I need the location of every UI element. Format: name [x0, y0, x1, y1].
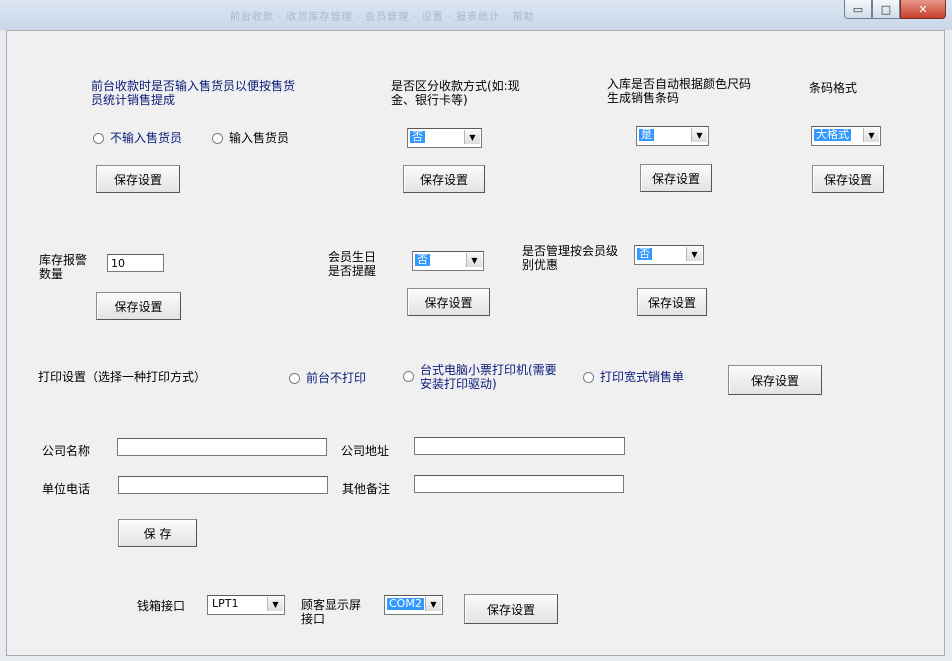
customer-display-port-value: COM2 [387, 597, 424, 610]
chevron-down-icon[interactable]: ▼ [691, 128, 707, 142]
chevron-down-icon[interactable]: ▼ [464, 130, 480, 144]
member-discount-value: 否 [637, 247, 652, 260]
salesperson-setting-label: 前台收款时是否输入售货员以便按售货员统计销售提成 [91, 79, 296, 107]
no-salesperson-label: 不输入售货员 [110, 131, 183, 145]
no-print-radio[interactable]: 前台不打印 [289, 371, 366, 385]
auto-barcode-select[interactable]: 是 ▼ [636, 126, 709, 146]
save-print-settings-button[interactable]: 保存设置 [728, 365, 822, 395]
member-birthday-select[interactable]: 否 ▼ [412, 251, 484, 271]
save-member-birthday-button[interactable]: 保存设置 [407, 288, 490, 316]
company-phone-input[interactable] [118, 476, 328, 494]
wide-print-radio[interactable]: 打印宽式销售单 [583, 370, 684, 384]
cash-drawer-port-select[interactable]: LPT1 ▼ [207, 595, 285, 615]
payment-method-label: 是否区分收款方式(如:现金、银行卡等) [391, 79, 520, 107]
chevron-down-icon[interactable]: ▼ [466, 253, 482, 267]
save-payment-method-button[interactable]: 保存设置 [403, 165, 485, 193]
radio-circle-icon [289, 373, 300, 384]
payment-method-value: 否 [410, 130, 425, 143]
barcode-format-select[interactable]: 大格式 ▼ [811, 126, 881, 146]
no-print-label: 前台不打印 [306, 371, 367, 385]
payment-method-select[interactable]: 否 ▼ [407, 128, 482, 148]
save-member-discount-button[interactable]: 保存设置 [637, 288, 707, 316]
window-title: 前台收款 · 收货库存管理 · 会员管理 · 设置 · 报表统计 · 帮助 [230, 12, 535, 22]
member-discount-select[interactable]: 否 ▼ [634, 245, 704, 265]
stock-alarm-label: 库存报警数量 [39, 253, 88, 281]
company-name-input[interactable] [117, 438, 327, 456]
company-address-input[interactable] [414, 437, 625, 455]
with-salesperson-radio[interactable]: 输入售货员 [212, 131, 289, 145]
title-bar: 前台收款 · 收货库存管理 · 会员管理 · 设置 · 报表统计 · 帮助 ▭ … [0, 0, 952, 30]
save-ports-button[interactable]: 保存设置 [464, 594, 558, 624]
settings-window: 前台收款 · 收货库存管理 · 会员管理 · 设置 · 报表统计 · 帮助 ▭ … [0, 0, 952, 661]
minimize-button[interactable]: ▭ [844, 0, 872, 19]
other-notes-label: 其他备注 [342, 482, 391, 496]
with-salesperson-label: 输入售货员 [229, 131, 290, 145]
wide-print-label: 打印宽式销售单 [600, 370, 685, 384]
barcode-format-label: 条码格式 [809, 81, 858, 95]
print-settings-label: 打印设置（选择一种打印方式） [38, 370, 207, 384]
radio-circle-icon [93, 133, 104, 144]
save-company-button[interactable]: 保 存 [118, 519, 197, 547]
maximize-button[interactable]: □ [872, 0, 900, 19]
auto-barcode-value: 是 [639, 128, 654, 141]
barcode-format-value: 大格式 [814, 128, 851, 141]
customer-display-port-label: 顾客显示屏接口 [301, 598, 362, 626]
chevron-down-icon[interactable]: ▼ [267, 597, 283, 611]
save-salesperson-button[interactable]: 保存设置 [96, 165, 180, 193]
save-auto-barcode-button[interactable]: 保存设置 [640, 164, 712, 192]
radio-circle-icon [583, 372, 594, 383]
stock-alarm-input[interactable]: 10 [107, 254, 164, 272]
radio-circle-icon [403, 371, 414, 382]
auto-barcode-label: 入库是否自动根据颜色尺码生成销售条码 [607, 77, 752, 105]
cash-drawer-port-value: LPT1 [212, 597, 239, 610]
close-button[interactable]: ✕ [900, 0, 946, 19]
customer-display-port-select[interactable]: COM2 ▼ [384, 595, 443, 615]
member-birthday-value: 否 [415, 253, 430, 266]
company-address-label: 公司地址 [341, 444, 390, 458]
other-notes-input[interactable] [414, 475, 624, 493]
no-salesperson-radio[interactable]: 不输入售货员 [93, 131, 182, 145]
chevron-down-icon[interactable]: ▼ [686, 247, 702, 261]
company-name-label: 公司名称 [42, 444, 91, 458]
radio-circle-icon [212, 133, 223, 144]
member-birthday-label: 会员生日是否提醒 [328, 250, 377, 278]
receipt-printer-label: 台式电脑小票打印机(需要安装打印驱动) [420, 363, 557, 391]
member-discount-label: 是否管理按会员级别优惠 [522, 244, 619, 272]
receipt-printer-radio[interactable]: 台式电脑小票打印机(需要安装打印驱动) [403, 363, 560, 391]
chevron-down-icon[interactable]: ▼ [863, 128, 879, 142]
save-barcode-format-button[interactable]: 保存设置 [812, 165, 884, 193]
settings-panel: 前台收款时是否输入售货员以便按售货员统计销售提成 不输入售货员 输入售货员 保存… [6, 30, 945, 656]
company-phone-label: 单位电话 [42, 482, 91, 496]
cash-drawer-port-label: 钱箱接口 [137, 599, 186, 613]
save-stock-alarm-button[interactable]: 保存设置 [96, 292, 181, 320]
chevron-down-icon[interactable]: ▼ [425, 597, 441, 611]
